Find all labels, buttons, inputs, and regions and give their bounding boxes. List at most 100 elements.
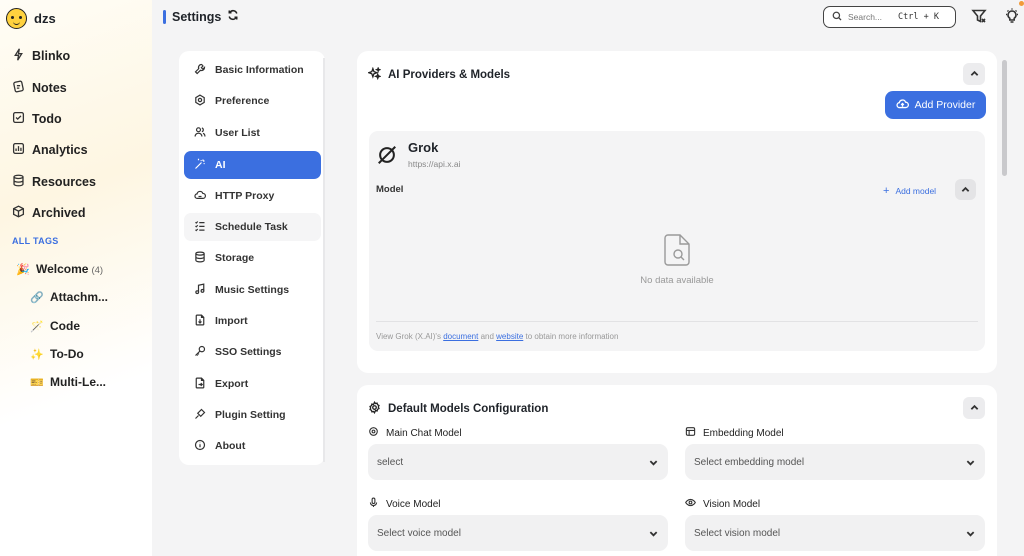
tag-count: (4) xyxy=(91,265,104,276)
tag-item-todo[interactable]: ✨ To-Do xyxy=(30,347,84,361)
menu-item-label: AI xyxy=(215,159,226,171)
link-icon: 🔗 xyxy=(30,291,44,304)
plus-icon: + xyxy=(883,185,890,197)
info-icon xyxy=(194,439,206,454)
magic-wand-icon xyxy=(194,158,206,173)
footer-suffix: to obtain more information xyxy=(525,332,619,341)
voice-model-select[interactable]: Select voice model xyxy=(368,515,668,551)
settings-menu-scrollbar[interactable] xyxy=(323,58,325,462)
nav-item-todo[interactable]: Todo xyxy=(12,111,62,127)
nav-item-analytics[interactable]: Analytics xyxy=(12,142,88,158)
default-models-collapse-button[interactable] xyxy=(963,397,985,419)
sidebar: dzs Blinko Notes Todo Analytics Resource… xyxy=(0,0,152,556)
menu-item-ai[interactable]: AI xyxy=(184,151,321,179)
title-accent-bar xyxy=(163,9,166,24)
main-chat-model-select[interactable]: select xyxy=(368,444,668,480)
default-models-title: Default Models Configuration xyxy=(368,400,549,417)
divider xyxy=(376,321,978,322)
nav-item-archived[interactable]: Archived xyxy=(12,205,86,221)
tag-item-multi-level[interactable]: 🎫 Multi-Le... xyxy=(30,375,106,389)
tag-item-code[interactable]: 🪄 Code xyxy=(30,319,80,333)
menu-item-http-proxy[interactable]: HTTP Proxy xyxy=(184,182,321,210)
vision-model-select[interactable]: Select vision model xyxy=(685,515,985,551)
tag-item-attachments[interactable]: 🔗 Attachm... xyxy=(30,290,108,304)
menu-item-schedule-task[interactable]: Schedule Task xyxy=(184,213,321,241)
menu-item-plugin-setting[interactable]: Plugin Setting xyxy=(184,401,321,429)
card-title-text: AI Providers & Models xyxy=(388,69,511,81)
field-label-text: Voice Model xyxy=(386,498,441,510)
cloud-icon xyxy=(194,189,206,204)
model-collapse-button[interactable] xyxy=(955,179,976,200)
tag-label: To-Do xyxy=(50,347,84,361)
nav-item-blinko[interactable]: Blinko xyxy=(12,48,70,64)
lightbulb-icon[interactable] xyxy=(1004,8,1020,27)
search-box[interactable]: Search... Ctrl + K xyxy=(823,6,956,28)
database-icon xyxy=(12,174,25,190)
field-label-text: Main Chat Model xyxy=(386,427,462,439)
document-link[interactable]: document xyxy=(443,332,478,341)
menu-item-label: Storage xyxy=(215,252,255,264)
tag-label: Welcome xyxy=(36,262,89,276)
import-icon xyxy=(194,314,206,329)
ticket-icon: 🎫 xyxy=(30,376,44,389)
export-icon xyxy=(194,377,206,392)
model-section-label: Model xyxy=(376,184,404,195)
menu-item-music-settings[interactable]: Music Settings xyxy=(184,276,321,304)
provider-grok-panel: Grok https://api.x.ai Model + Add model … xyxy=(369,131,985,351)
menu-item-label: Schedule Task xyxy=(215,221,288,233)
ai-providers-title: AI Providers & Models xyxy=(366,66,511,83)
nav-item-notes[interactable]: Notes xyxy=(12,80,67,96)
menu-item-user-list[interactable]: User List xyxy=(184,119,321,147)
chevron-down-icon xyxy=(966,458,975,470)
menu-item-preference[interactable]: Preference xyxy=(184,87,321,115)
archive-box-icon xyxy=(12,205,25,221)
nav-item-label: Blinko xyxy=(32,49,71,63)
tag-item-welcome[interactable]: 🎉 Welcome (4) xyxy=(16,262,103,276)
chevron-down-icon xyxy=(966,529,975,541)
add-provider-button[interactable]: Add Provider xyxy=(885,91,986,119)
tag-label: Code xyxy=(50,319,80,333)
chevron-down-icon xyxy=(649,458,658,470)
provider-name: Grok xyxy=(408,140,439,155)
chevron-up-icon xyxy=(970,401,979,415)
nav-item-resources[interactable]: Resources xyxy=(12,174,96,190)
lightning-icon xyxy=(12,48,25,64)
page-title: Settings xyxy=(172,9,222,24)
music-icon xyxy=(194,282,206,298)
all-tags-heading: ALL TAGS xyxy=(12,236,59,246)
search-icon xyxy=(832,10,842,24)
add-provider-label: Add Provider xyxy=(914,99,976,111)
card-title-text: Default Models Configuration xyxy=(388,403,549,415)
gear-icon xyxy=(368,400,381,417)
menu-item-about[interactable]: About xyxy=(184,432,321,460)
menu-item-export[interactable]: Export xyxy=(184,370,321,398)
user-profile[interactable]: dzs xyxy=(6,8,56,29)
todo-icon xyxy=(12,111,25,127)
cloud-upload-icon xyxy=(896,97,909,113)
avatar[interactable] xyxy=(6,8,27,29)
ai-providers-collapse-button[interactable] xyxy=(963,63,985,85)
search-shortcut: Ctrl + K xyxy=(898,12,939,22)
menu-item-import[interactable]: Import xyxy=(184,307,321,335)
database-icon xyxy=(194,251,206,266)
menu-item-sso-settings[interactable]: SSO Settings xyxy=(184,338,321,366)
embedding-model-select[interactable]: Select embedding model xyxy=(685,444,985,480)
search-placeholder: Search... xyxy=(848,12,883,22)
analytics-icon xyxy=(12,142,25,158)
menu-item-basic-information[interactable]: Basic Information xyxy=(184,56,321,84)
menu-item-storage[interactable]: Storage xyxy=(184,244,321,272)
sparkles-icon xyxy=(366,66,382,83)
refresh-icon[interactable] xyxy=(227,9,239,24)
add-model-button[interactable]: + Add model xyxy=(883,185,936,197)
field-label-text: Vision Model xyxy=(703,498,761,510)
add-model-label: Add model xyxy=(895,186,937,196)
provider-url: https://api.x.ai xyxy=(408,159,461,169)
filter-icon[interactable] xyxy=(971,8,987,27)
page-scrollbar[interactable] xyxy=(1002,60,1007,176)
tag-label: Multi-Le... xyxy=(50,375,106,389)
nav-item-label: Resources xyxy=(32,175,96,189)
wrench-icon xyxy=(194,63,206,78)
website-link[interactable]: website xyxy=(496,332,523,341)
chevron-up-icon xyxy=(961,183,970,197)
select-value: select xyxy=(377,456,404,468)
